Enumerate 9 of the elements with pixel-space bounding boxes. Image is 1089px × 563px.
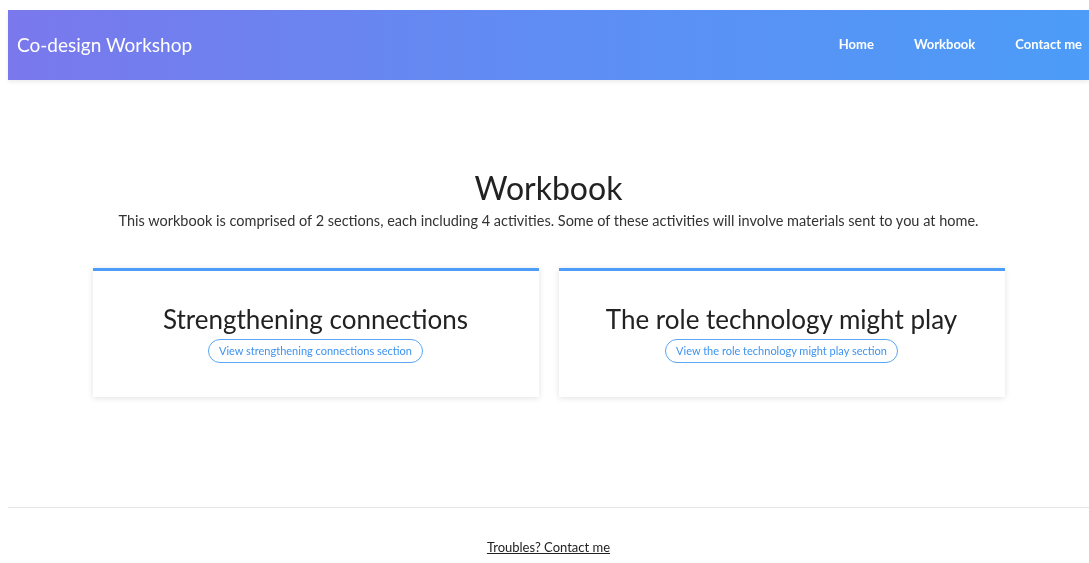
- nav-link[interactable]: Workbook: [913, 35, 976, 55]
- card-title: The role technology might play: [605, 302, 958, 335]
- site-title[interactable]: Co-design Workshop: [17, 30, 193, 60]
- page-title: Workbook: [474, 168, 623, 208]
- nav-link[interactable]: Home: [838, 35, 874, 55]
- page-description: This workbook is comprised of 2 sections, each including 4 activities. Some of these activities will involve materials sent to you at home.: [118, 211, 979, 231]
- footer-link[interactable]: Troubles? Contact me: [486, 537, 611, 558]
- card-title: Strengthening connections: [162, 302, 469, 335]
- nav-link[interactable]: Contact me: [1015, 35, 1082, 55]
